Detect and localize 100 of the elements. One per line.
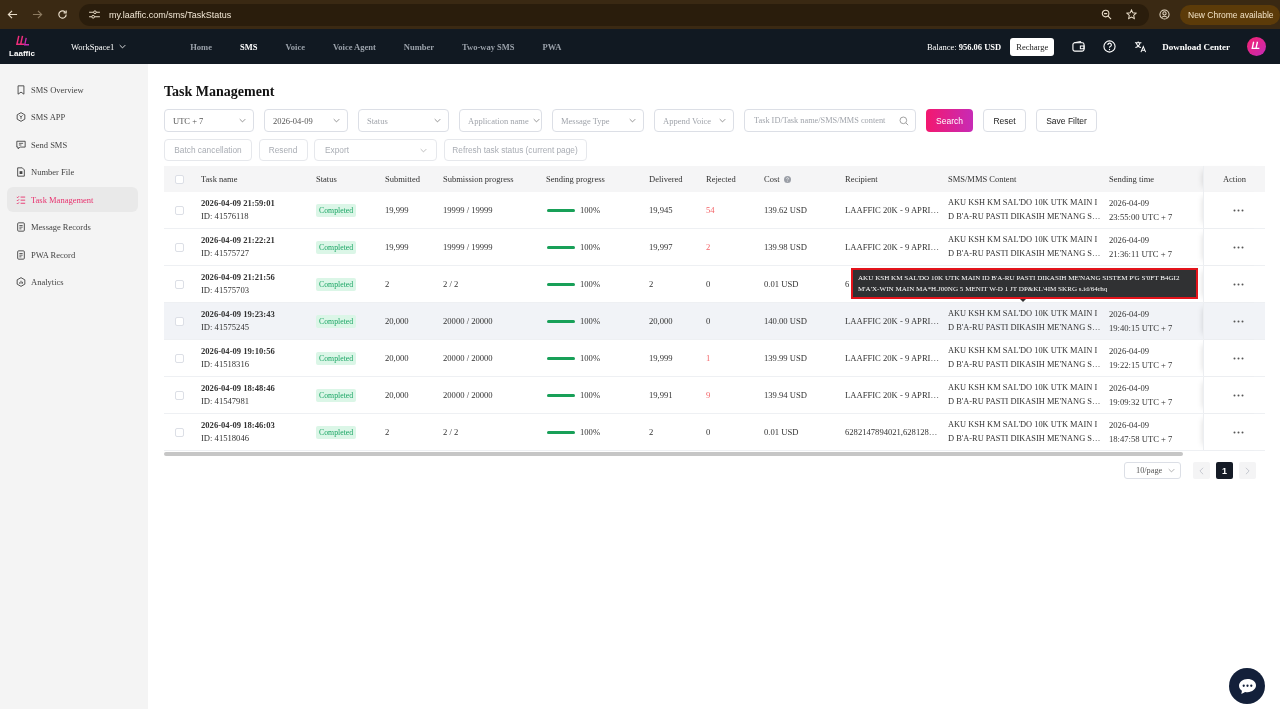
- nav-item[interactable]: Voice: [285, 41, 305, 52]
- nav-item[interactable]: Voice Agent: [332, 41, 376, 52]
- column-header: Task name: [201, 174, 238, 184]
- sidebar-item[interactable]: PWA Record: [7, 242, 138, 267]
- site-settings-icon[interactable]: [89, 10, 100, 19]
- message-content-text: AKU KSH KM SAL'DO 10K UTK MAIN ID B'A-RU PASTI DIKASIH ME'NANG S…: [948, 382, 1102, 408]
- submission-progress-text: 2 / 2: [443, 427, 459, 437]
- sidebar-item[interactable]: Send SMS: [7, 132, 138, 157]
- nav-item[interactable]: Two-way SMS: [462, 41, 515, 52]
- star-icon[interactable]: [1126, 9, 1137, 20]
- wallet-icon[interactable]: [1072, 40, 1086, 53]
- row-checkbox[interactable]: [175, 205, 184, 215]
- cost-text: 0.01 USD: [764, 427, 799, 437]
- select-field[interactable]: UTC + 7: [164, 109, 254, 132]
- chevron-down-icon: [333, 118, 340, 123]
- sending-time-text: 2026-04-09 19:40:15 UTC + 7: [1109, 308, 1174, 335]
- chevron-left-icon: [1199, 466, 1204, 475]
- rejected-count: 9: [706, 390, 711, 400]
- task-time: 2026-04-09 19:10:56: [201, 345, 275, 358]
- more-icon[interactable]: [1233, 319, 1244, 323]
- select-all-checkbox[interactable]: [175, 174, 184, 184]
- row-checkbox[interactable]: [175, 316, 184, 326]
- avatar-icon[interactable]: [1247, 37, 1266, 56]
- column-header: Submitted: [385, 174, 420, 184]
- row-checkbox[interactable]: [175, 242, 184, 252]
- message-content-text: AKU KSH KM SAL'DO 10K UTK MAIN ID B'A-RU PASTI DIKASIH ME'NANG S…: [948, 419, 1102, 445]
- select-field[interactable]: 2026-04-09: [264, 109, 348, 132]
- submission-progress-text: 20000 / 20000: [443, 353, 493, 363]
- column-header: Recipient: [845, 174, 878, 184]
- delivered-count: 19,991: [649, 390, 673, 400]
- page-size-select[interactable]: 10/page: [1124, 462, 1181, 479]
- address-bar[interactable]: my.laaffic.com/sms/TaskStatus: [79, 3, 1149, 26]
- rejected-count: 0: [706, 427, 711, 437]
- chevron-down-icon: [434, 118, 441, 123]
- forward-icon[interactable]: [32, 9, 43, 20]
- more-icon[interactable]: [1233, 393, 1244, 397]
- checklist-icon: [16, 194, 26, 205]
- nav-item[interactable]: Home: [190, 41, 212, 52]
- horizontal-scrollbar[interactable]: [164, 452, 1183, 456]
- search-field[interactable]: Task ID/Task name/SMS/MMS content: [744, 109, 916, 132]
- message-content-text: AKU KSH KM SAL'DO 10K UTK MAIN ID B'A-RU PASTI DIKASIH ME'NANG S…: [948, 345, 1102, 371]
- chat-bubble-icon: [1237, 677, 1257, 695]
- more-icon[interactable]: [1233, 356, 1244, 360]
- recipient-text: LAAFFIC 20K - 9 APRI…: [845, 205, 940, 215]
- chat-button[interactable]: [1229, 668, 1265, 704]
- help-icon[interactable]: [1103, 40, 1117, 53]
- profile-icon[interactable]: [1159, 9, 1170, 20]
- row-checkbox[interactable]: [175, 427, 184, 437]
- row-checkbox[interactable]: [175, 390, 184, 400]
- workspace-dropdown[interactable]: WorkSpace1: [71, 41, 127, 52]
- more-icon[interactable]: [1233, 282, 1244, 286]
- task-time: 2026-04-09 19:23:43: [201, 308, 275, 321]
- submitted-count: 2: [385, 427, 390, 437]
- filter-button[interactable]: Reset: [983, 109, 1026, 132]
- recipient-text: LAAFFIC 20K - 9 APRI…: [845, 390, 940, 400]
- nav-item[interactable]: Number: [403, 41, 435, 52]
- sending-time-text: 2026-04-09 19:22:15 UTC + 7: [1109, 345, 1174, 372]
- recharge-button[interactable]: Recharge: [1010, 37, 1055, 56]
- rejected-count: 0: [706, 316, 711, 326]
- recipient-text: 6: [845, 279, 850, 289]
- sending-time-text: 2026-04-09 19:09:32 UTC + 7: [1109, 382, 1174, 409]
- task-id: ID: 41575703: [201, 284, 249, 297]
- reload-icon[interactable]: [57, 9, 68, 20]
- progress-text: 100%: [580, 205, 601, 215]
- search-button[interactable]: Search: [926, 109, 973, 132]
- download-center-link[interactable]: Download Center: [1162, 41, 1230, 52]
- logo-icon[interactable]: [14, 35, 30, 48]
- sidebar-item[interactable]: SMS Overview: [7, 77, 138, 102]
- recipient-text: LAAFFIC 20K - 9 APRI…: [845, 316, 940, 326]
- sidebar-item[interactable]: Analytics: [7, 269, 138, 295]
- sidebar-item[interactable]: Number File: [7, 159, 138, 185]
- zoom-icon[interactable]: [1101, 9, 1112, 20]
- recipient-text: 6282147894021,628128…: [845, 427, 938, 437]
- delivered-count: 19,945: [649, 205, 673, 215]
- page-title: Task Management: [164, 83, 276, 101]
- back-icon[interactable]: [7, 9, 18, 20]
- page-button[interactable]: 1: [1216, 462, 1233, 479]
- task-id: ID: 41547981: [201, 395, 249, 408]
- row-checkbox[interactable]: [175, 353, 184, 363]
- translate-icon[interactable]: [1134, 40, 1148, 53]
- more-icon[interactable]: [1233, 430, 1244, 434]
- more-icon[interactable]: [1233, 208, 1244, 212]
- sidebar-item[interactable]: Message Records: [7, 214, 138, 240]
- filter-button[interactable]: Save Filter: [1036, 109, 1097, 132]
- more-icon[interactable]: [1233, 245, 1244, 249]
- delivered-count: 2: [649, 427, 654, 437]
- update-button[interactable]: New Chrome available: [1180, 4, 1280, 25]
- sidebar-item[interactable]: SMS APP: [7, 104, 138, 130]
- logo-text: Laaffic: [9, 49, 35, 58]
- cost-text: 0.01 USD: [764, 279, 799, 289]
- submission-progress-text: 19999 / 19999: [443, 205, 493, 215]
- task-time: 2026-04-09 21:59:01: [201, 197, 275, 210]
- hexagon-icon: [16, 112, 26, 122]
- row-checkbox[interactable]: [175, 279, 184, 289]
- chevron-down-icon: [1168, 468, 1175, 473]
- bookmark-icon: [16, 84, 26, 95]
- nav-item[interactable]: SMS: [239, 41, 258, 52]
- sending-time-text: 2026-04-09 23:55:00 UTC + 7: [1109, 197, 1174, 224]
- nav-item[interactable]: PWA: [542, 41, 562, 52]
- column-header: Delivered: [649, 174, 683, 184]
